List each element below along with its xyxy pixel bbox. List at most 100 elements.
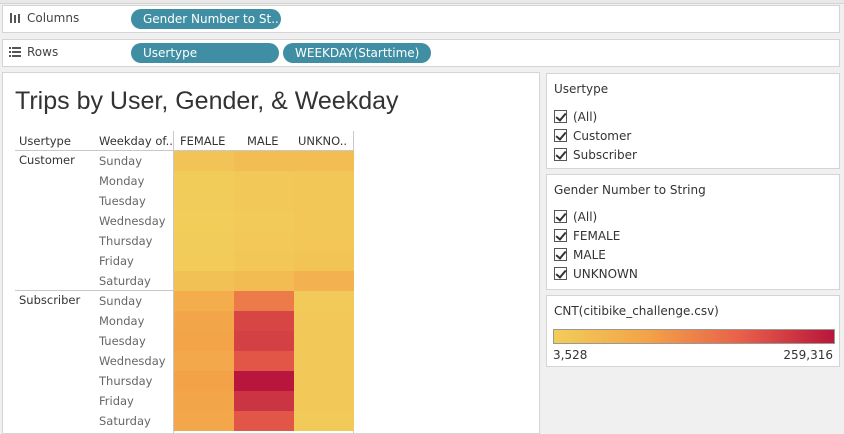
color-legend-card: CNT(citibike_challenge.csv) 3,528 259,31… <box>546 295 840 367</box>
heatmap-cell[interactable] <box>294 231 354 251</box>
heatmap-cell[interactable] <box>294 171 354 191</box>
filter-option-female[interactable]: FEMALE <box>554 226 620 245</box>
checkbox-checked-icon[interactable] <box>554 248 567 261</box>
rows-icon <box>9 46 21 58</box>
pill-gender-number[interactable]: Gender Number to St.. <box>131 9 281 29</box>
day-label: Monday <box>99 314 145 328</box>
heatmap-cell[interactable] <box>294 391 354 411</box>
day-label: Wednesday <box>99 214 166 228</box>
filter-title: Gender Number to String <box>554 183 706 197</box>
heatmap-cell[interactable] <box>234 371 294 391</box>
option-label: (All) <box>573 109 598 124</box>
rows-shelf: Rows Usertype WEEKDAY(Starttime) <box>2 39 840 67</box>
day-label: Sunday <box>99 294 143 308</box>
group-label-subscriber: Subscriber <box>19 293 81 307</box>
color-ramp <box>553 329 835 344</box>
heatmap-cell[interactable] <box>294 271 354 291</box>
heatmap-cell[interactable] <box>174 211 234 231</box>
filter-option-all[interactable]: (All) <box>554 207 597 226</box>
heatmap-cell[interactable] <box>294 411 354 431</box>
heatmap-cell[interactable] <box>174 351 234 371</box>
header-unknown: UNKNO.. <box>298 134 348 148</box>
day-label: Wednesday <box>99 354 166 368</box>
heatmap-cell[interactable] <box>174 411 234 431</box>
day-label: Saturday <box>99 414 151 428</box>
heatmap-cell[interactable] <box>234 171 294 191</box>
header-male: MALE <box>247 134 279 148</box>
heatmap-cell[interactable] <box>234 351 294 371</box>
heatmap-cell[interactable] <box>174 151 234 171</box>
heatmap-cell[interactable] <box>174 271 234 291</box>
filter-option-male[interactable]: MALE <box>554 245 606 264</box>
day-label: Sunday <box>99 154 143 168</box>
checkbox-checked-icon[interactable] <box>554 129 567 142</box>
day-label: Friday <box>99 394 134 408</box>
toolbar-strip <box>0 0 844 4</box>
filter-card-gender: Gender Number to String (All) FEMALE MAL… <box>546 174 840 290</box>
heatmap-cell[interactable] <box>234 411 294 431</box>
heatmap-cell[interactable] <box>174 231 234 251</box>
option-label: UNKNOWN <box>573 266 638 281</box>
legend-title: CNT(citibike_challenge.csv) <box>554 304 719 318</box>
heatmap-cell[interactable] <box>294 211 354 231</box>
heatmap-cell[interactable] <box>294 331 354 351</box>
heatmap-cell[interactable] <box>234 311 294 331</box>
heatmap-cell[interactable] <box>234 231 294 251</box>
columns-icon <box>9 12 21 24</box>
checkbox-checked-icon[interactable] <box>554 229 567 242</box>
heatmap-cell[interactable] <box>294 351 354 371</box>
filter-option-all[interactable]: (All) <box>554 107 597 126</box>
checkbox-checked-icon[interactable] <box>554 110 567 123</box>
option-label: (All) <box>573 209 598 224</box>
viz-view: Trips by User, Gender, & Weekday Usertyp… <box>2 72 540 434</box>
heatmap-cell[interactable] <box>234 251 294 271</box>
heatmap-cell[interactable] <box>174 191 234 211</box>
heatmap-cell[interactable] <box>174 291 234 311</box>
heatmap-cell[interactable] <box>294 311 354 331</box>
day-label: Friday <box>99 254 134 268</box>
filter-option-subscriber[interactable]: Subscriber <box>554 145 637 164</box>
heatmap-cell[interactable] <box>174 371 234 391</box>
checkbox-checked-icon[interactable] <box>554 148 567 161</box>
group-label-customer: Customer <box>19 153 75 167</box>
columns-shelf-label: Columns <box>9 11 79 25</box>
heatmap-cell[interactable] <box>174 391 234 411</box>
header-female: FEMALE <box>180 134 226 148</box>
heatmap-cell[interactable] <box>174 311 234 331</box>
heatmap-cell[interactable] <box>294 371 354 391</box>
heatmap-cell[interactable] <box>174 251 234 271</box>
heatmap-cell[interactable] <box>234 191 294 211</box>
pill-usertype[interactable]: Usertype <box>131 43 279 63</box>
heatmap-cell[interactable] <box>234 291 294 311</box>
heatmap-cell[interactable] <box>234 271 294 291</box>
heatmap-cell[interactable] <box>294 291 354 311</box>
heatmap-cell[interactable] <box>234 391 294 411</box>
filter-title: Usertype <box>554 82 609 96</box>
filter-option-unknown[interactable]: UNKNOWN <box>554 264 638 283</box>
heatmap-cell[interactable] <box>174 331 234 351</box>
heatmap-cell[interactable] <box>234 211 294 231</box>
header-weekday: Weekday of.. <box>99 134 173 148</box>
option-label: Subscriber <box>573 147 637 162</box>
columns-label-text: Columns <box>27 11 80 25</box>
header-usertype: Usertype <box>19 134 71 148</box>
day-label: Tuesday <box>99 194 146 208</box>
heatmap-cell[interactable] <box>174 171 234 191</box>
rows-shelf-label: Rows <box>9 45 58 59</box>
heatmap-cell[interactable] <box>234 331 294 351</box>
pill-weekday[interactable]: WEEKDAY(Starttime) <box>283 43 431 63</box>
rows-label-text: Rows <box>27 45 59 59</box>
checkbox-checked-icon[interactable] <box>554 267 567 280</box>
filter-card-usertype: Usertype (All) Customer Subscriber <box>546 73 840 169</box>
heatmap-cell[interactable] <box>234 151 294 171</box>
option-label: MALE <box>573 247 606 262</box>
day-label: Saturday <box>99 274 151 288</box>
filter-option-customer[interactable]: Customer <box>554 126 631 145</box>
option-label: FEMALE <box>573 228 621 243</box>
day-label: Tuesday <box>99 334 146 348</box>
columns-shelf: Columns Gender Number to St.. <box>2 5 840 33</box>
heatmap-cell[interactable] <box>294 191 354 211</box>
checkbox-checked-icon[interactable] <box>554 210 567 223</box>
heatmap-cell[interactable] <box>294 251 354 271</box>
heatmap-cell[interactable] <box>294 151 354 171</box>
